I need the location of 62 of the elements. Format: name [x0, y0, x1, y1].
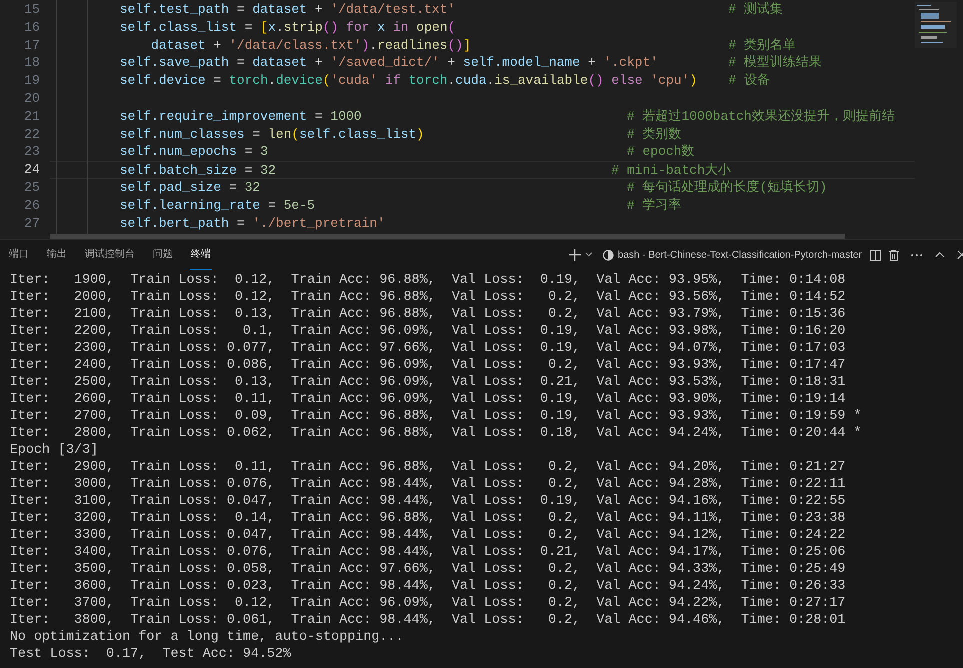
close-icon[interactable] — [957, 250, 963, 260]
line-number: 20 — [24, 90, 40, 106]
chevron-up-icon[interactable] — [935, 252, 945, 258]
terminal-line: Iter: 2300, Train Loss: 0.077, Train Acc: 97.66%, Val Loss: 0.19, Val Acc: 94.07%, Time: 0:17:03 — [10, 341, 846, 356]
panel-tab[interactable]: 问题 — [152, 240, 174, 270]
more-icon[interactable] — [911, 254, 923, 256]
line-number: 25 — [24, 180, 40, 195]
trash-icon[interactable] — [889, 250, 899, 260]
code-line: self.bert_path = './bert_pretrain' — [120, 216, 386, 231]
panel-tab[interactable]: 调试控制台 — [84, 240, 136, 270]
terminal-line: Iter: 3100, Train Loss: 0.047, Train Acc: 98.44%, Val Loss: 0.19, Val Acc: 94.16%, Time: 0:22:55 — [10, 494, 846, 509]
terminal-line: Iter: 2400, Train Loss: 0.086, Train Acc: 96.09%, Val Loss: 0.2, Val Acc: 93.93%, Time: 0:17:47 — [10, 358, 846, 373]
terminal-line: Iter: 3800, Train Loss: 0.061, Train Acc: 98.44%, Val Loss: 0.2, Val Acc: 94.46%, Time: 0:28:01 — [10, 613, 846, 628]
code-line: self.learning_rate = 5e-5 # 学习率 — [120, 198, 682, 213]
terminal-line: Iter: 2900, Train Loss: 0.11, Train Acc: 96.88%, Val Loss: 0.2, Val Acc: 94.20%, Time: 0:21:27 — [10, 460, 846, 475]
terminal-line: Iter: 3300, Train Loss: 0.047, Train Acc: 98.44%, Val Loss: 0.2, Val Acc: 94.12%, Time: 0:24:22 — [10, 528, 846, 543]
terminal-line: Test Loss: 0.17, Test Acc: 94.52% — [10, 647, 292, 662]
code-line: self.pad_size = 32 # 每句话处理成的长度(短填长切) — [120, 180, 828, 195]
code-line: dataset + '/data/class.txt').readlines()] # 类别名单 — [150, 38, 796, 53]
line-number: 26 — [24, 198, 40, 213]
terminal-line: Iter: 3200, Train Loss: 0.14, Train Acc: 96.88%, Val Loss: 0.2, Val Acc: 94.11%, Time: 0:23:38 — [10, 511, 846, 526]
plus-icon[interactable] — [569, 249, 582, 261]
terminal-line: Iter: 2500, Train Loss: 0.13, Train Acc: 96.09%, Val Loss: 0.21, Val Acc: 93.53%, Time: 0:18:31 — [10, 375, 846, 390]
shell-icon — [603, 250, 614, 260]
code-line: self.device = torch.device('cuda' if torch.cuda.is_available() else 'cpu') # 设备 — [120, 73, 770, 88]
split-icon[interactable] — [870, 250, 881, 260]
code-line: self.require_improvement = 1000 # 若超过1000batch效果还没提升，则提前结 — [120, 108, 895, 124]
chevron-down-icon[interactable] — [585, 252, 594, 258]
terminal-line: Iter: 3000, Train Loss: 0.076, Train Acc: 98.44%, Val Loss: 0.2, Val Acc: 94.28%, Time: 0:22:11 — [10, 477, 846, 492]
terminal-line: No optimization for a long time, auto-stopping... — [10, 630, 404, 645]
terminal-line: Iter: 3400, Train Loss: 0.076, Train Acc: 98.44%, Val Loss: 0.21, Val Acc: 94.17%, Time: 0:25:06 — [10, 545, 846, 560]
terminal-line: Iter: 2000, Train Loss: 0.12, Train Acc: 96.88%, Val Loss: 0.2, Val Acc: 93.56%, Time: 0:14:52 — [10, 290, 846, 305]
terminal-line: Iter: 3700, Train Loss: 0.12, Train Acc: 96.09%, Val Loss: 0.2, Val Acc: 94.22%, Time: 0:27:17 — [10, 596, 846, 611]
code-line: self.num_epochs = 3 # epoch数 — [120, 144, 695, 160]
code-line: self.num_classes = len(self.class_list) # 类别数 — [120, 126, 682, 142]
terminal-line: Iter: 2800, Train Loss: 0.062, Train Acc: 96.88%, Val Loss: 0.18, Val Acc: 94.24%, Time: 0:20:44 * — [10, 426, 862, 441]
line-number: 27 — [24, 216, 40, 231]
panel-tab[interactable]: 端口 — [8, 240, 30, 270]
code-line: self.class_list = [x.strip() for x in open( — [120, 20, 456, 35]
line-number: 22 — [24, 126, 40, 142]
terminal-line: Iter: 2200, Train Loss: 0.1, Train Acc: 96.09%, Val Loss: 0.19, Val Acc: 93.98%, Time: 0:16:20 — [10, 324, 846, 339]
line-number: 15 — [24, 2, 40, 17]
terminal-line: Iter: 2700, Train Loss: 0.09, Train Acc: 96.88%, Val Loss: 0.19, Val Acc: 93.93%, Time: 0:19:59 * — [10, 409, 862, 424]
code-line: self.test_path = dataset + '/data/test.txt' # 测试集 — [120, 2, 784, 17]
code-line: self.save_path = dataset + '/saved_dict/' + self.model_name + '.ckpt' # 模型训练结果 — [120, 55, 822, 70]
line-number: 21 — [24, 108, 40, 124]
horizontal-scrollbar[interactable] — [50, 234, 845, 239]
line-number: 23 — [24, 144, 40, 160]
terminal-name[interactable]: bash - Bert-Chinese-Text-Classification-Pytorch-master — [618, 248, 862, 262]
terminal-line: Iter: 2600, Train Loss: 0.11, Train Acc: 96.09%, Val Loss: 0.19, Val Acc: 93.90%, Time: 0:19:14 — [10, 392, 846, 407]
line-number: 24 — [24, 162, 40, 178]
line-number: 16 — [24, 20, 40, 35]
line-number: 18 — [24, 55, 40, 70]
terminal-line: Iter: 2100, Train Loss: 0.13, Train Acc: 96.88%, Val Loss: 0.2, Val Acc: 93.79%, Time: 0:15:36 — [10, 307, 846, 322]
panel-tab[interactable]: 输出 — [46, 240, 68, 270]
code-line: self.batch_size = 32 # mini-batch大小 — [120, 163, 732, 178]
terminal-line: Iter: 3500, Train Loss: 0.058, Train Acc: 97.66%, Val Loss: 0.2, Val Acc: 94.33%, Time: 0:25:49 — [10, 562, 846, 577]
line-number: 17 — [24, 38, 40, 53]
terminal-line: Epoch [3/3] — [10, 443, 98, 458]
terminal-line: Iter: 1900, Train Loss: 0.12, Train Acc: 96.88%, Val Loss: 0.19, Val Acc: 93.95%, Time: 0:14:08 — [10, 273, 846, 288]
terminal-line: Iter: 3600, Train Loss: 0.023, Train Acc: 98.44%, Val Loss: 0.2, Val Acc: 94.24%, Time: 0:26:33 — [10, 579, 846, 594]
line-number: 19 — [24, 73, 40, 88]
